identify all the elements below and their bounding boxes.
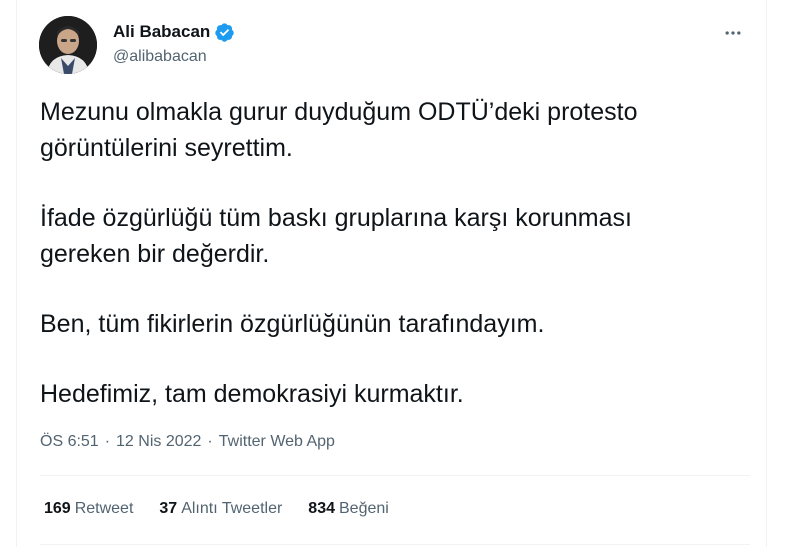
retweet-count: 169 <box>44 500 71 517</box>
retweet-label: Retweet <box>74 500 134 517</box>
tweet-paragraph: Ben, tüm fikirlerin özgürlüğünün tarafın… <box>40 306 750 342</box>
tweet-line: Ben, tüm fikirlerin özgürlüğünün tarafın… <box>40 310 545 338</box>
tweet-line: Hedefimiz, tam demokrasiyi kurmaktır. <box>40 380 464 408</box>
divider <box>40 544 750 545</box>
tweet-source-link[interactable]: Twitter Web App <box>219 431 335 453</box>
tweet-line: Mezunu olmakla gurur duyduğum ODTÜ’deki … <box>40 98 638 126</box>
tweet-card: Ali Babacan @alibabacan Mezunu olmakla g… <box>16 0 767 547</box>
tweet-line: İfade özgürlüğü tüm baskı gruplarına kar… <box>40 204 632 232</box>
quote-count: 37 <box>159 500 178 517</box>
tweet-stats: 169 Retweet 37 Alıntı Tweetler 834 Beğeni <box>44 498 415 520</box>
tweet-line: görüntülerini seyrettim. <box>40 134 293 162</box>
author-name-row[interactable]: Ali Babacan <box>113 21 235 43</box>
avatar[interactable] <box>39 16 97 74</box>
tweet-text: Mezunu olmakla gurur duyduğum ODTÜ’deki … <box>40 94 750 412</box>
more-options-button[interactable] <box>716 16 750 50</box>
tweet-meta: ÖS 6:51 · 12 Nis 2022 · Twitter Web App <box>40 431 335 453</box>
meta-separator: · <box>104 433 111 450</box>
meta-separator: · <box>207 433 213 450</box>
tweet-date[interactable]: 12 Nis 2022 <box>116 431 201 453</box>
author-name[interactable]: Ali Babacan <box>113 21 210 43</box>
divider <box>40 475 750 476</box>
tweet-line: gereken bir değerdir. <box>40 240 270 268</box>
avatar-image <box>39 16 97 74</box>
like-count: 834 <box>308 500 335 517</box>
author-handle[interactable]: @alibabacan <box>113 47 207 67</box>
tweet-paragraph: Mezunu olmakla gurur duyduğum ODTÜ’deki … <box>40 94 750 166</box>
quote-label: Alıntı Tweetler <box>181 500 283 517</box>
like-label: Beğeni <box>339 500 389 517</box>
tweet-time[interactable]: ÖS 6:51 <box>40 431 99 453</box>
quotes-stat[interactable]: 37 Alıntı Tweetler <box>159 498 282 520</box>
retweets-stat[interactable]: 169 Retweet <box>44 498 133 520</box>
tweet-paragraph: Hedefimiz, tam demokrasiyi kurmaktır. <box>40 376 750 412</box>
likes-stat[interactable]: 834 Beğeni <box>308 498 389 520</box>
verified-badge-icon <box>214 22 235 43</box>
more-horizontal-icon <box>725 31 741 35</box>
tweet-paragraph: İfade özgürlüğü tüm baskı gruplarına kar… <box>40 200 750 272</box>
tweet-header: Ali Babacan @alibabacan <box>37 14 750 78</box>
